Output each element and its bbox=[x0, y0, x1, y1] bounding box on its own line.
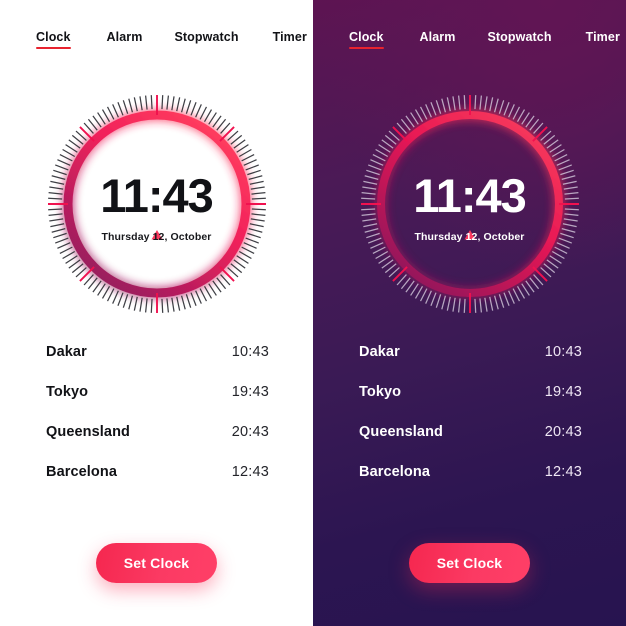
list-item[interactable]: Queensland 20:43 bbox=[46, 424, 269, 464]
button-row-dark: Set Clock bbox=[313, 543, 626, 583]
city-name: Dakar bbox=[359, 344, 400, 360]
clock-time: 11:43 bbox=[413, 168, 527, 222]
set-clock-button[interactable]: Set Clock bbox=[95, 543, 218, 583]
tab-alarm[interactable]: Alarm bbox=[420, 30, 456, 49]
city-time: 20:43 bbox=[231, 424, 269, 440]
city-time: 19:43 bbox=[544, 384, 582, 400]
tab-stopwatch[interactable]: Stopwatch bbox=[487, 30, 551, 49]
city-time: 10:43 bbox=[231, 344, 269, 360]
city-time: 10:43 bbox=[544, 344, 582, 360]
clock-panel-dark: Clock Alarm Stopwatch Timer 11:43 Thursd… bbox=[313, 0, 626, 626]
city-time: 12:43 bbox=[231, 464, 269, 480]
tab-bar-light: Clock Alarm Stopwatch Timer bbox=[0, 30, 313, 49]
clock-panel-light: Clock Alarm Stopwatch Timer 11:43 Thursd… bbox=[0, 0, 313, 626]
city-time: 20:43 bbox=[544, 424, 582, 440]
city-time: 12:43 bbox=[544, 464, 582, 480]
clock-face-light[interactable]: 11:43 Thursday 12, October bbox=[45, 92, 269, 316]
city-name: Tokyo bbox=[359, 384, 402, 400]
city-time: 19:43 bbox=[231, 384, 269, 400]
list-item[interactable]: Tokyo 19:43 bbox=[46, 384, 269, 424]
clock-readout: 11:43 Thursday 12, October bbox=[45, 92, 269, 316]
city-name: Tokyo bbox=[46, 384, 89, 400]
city-name: Dakar bbox=[46, 344, 87, 360]
tab-clock[interactable]: Clock bbox=[349, 30, 384, 49]
list-item[interactable]: Dakar 10:43 bbox=[359, 344, 582, 384]
tab-stopwatch[interactable]: Stopwatch bbox=[174, 30, 238, 49]
tab-timer[interactable]: Timer bbox=[273, 30, 307, 49]
tab-clock[interactable]: Clock bbox=[36, 30, 71, 49]
city-name: Queensland bbox=[46, 424, 130, 440]
tab-alarm[interactable]: Alarm bbox=[107, 30, 143, 49]
list-item[interactable]: Queensland 20:43 bbox=[359, 424, 582, 464]
clock-face-dark[interactable]: 11:43 Thursday 12, October bbox=[358, 92, 582, 316]
clock-date: Thursday 12, October bbox=[414, 230, 525, 243]
city-list-light: Dakar 10:43 Tokyo 19:43 Queensland 20:43… bbox=[0, 344, 313, 504]
list-item[interactable]: Dakar 10:43 bbox=[46, 344, 269, 384]
list-item[interactable]: Tokyo 19:43 bbox=[359, 384, 582, 424]
clock-readout: 11:43 Thursday 12, October bbox=[358, 92, 582, 316]
clock-date: Thursday 12, October bbox=[101, 230, 212, 243]
city-name: Barcelona bbox=[359, 464, 431, 480]
list-item[interactable]: Barcelona 12:43 bbox=[46, 464, 269, 504]
city-name: Barcelona bbox=[46, 464, 118, 480]
list-item[interactable]: Barcelona 12:43 bbox=[359, 464, 582, 504]
city-name: Queensland bbox=[359, 424, 443, 440]
city-list-dark: Dakar 10:43 Tokyo 19:43 Queensland 20:43… bbox=[313, 344, 626, 504]
clock-time: 11:43 bbox=[100, 168, 214, 222]
tab-timer[interactable]: Timer bbox=[586, 30, 620, 49]
button-row-light: Set Clock bbox=[0, 543, 313, 583]
tab-bar-dark: Clock Alarm Stopwatch Timer bbox=[313, 30, 626, 49]
set-clock-button[interactable]: Set Clock bbox=[408, 543, 531, 583]
